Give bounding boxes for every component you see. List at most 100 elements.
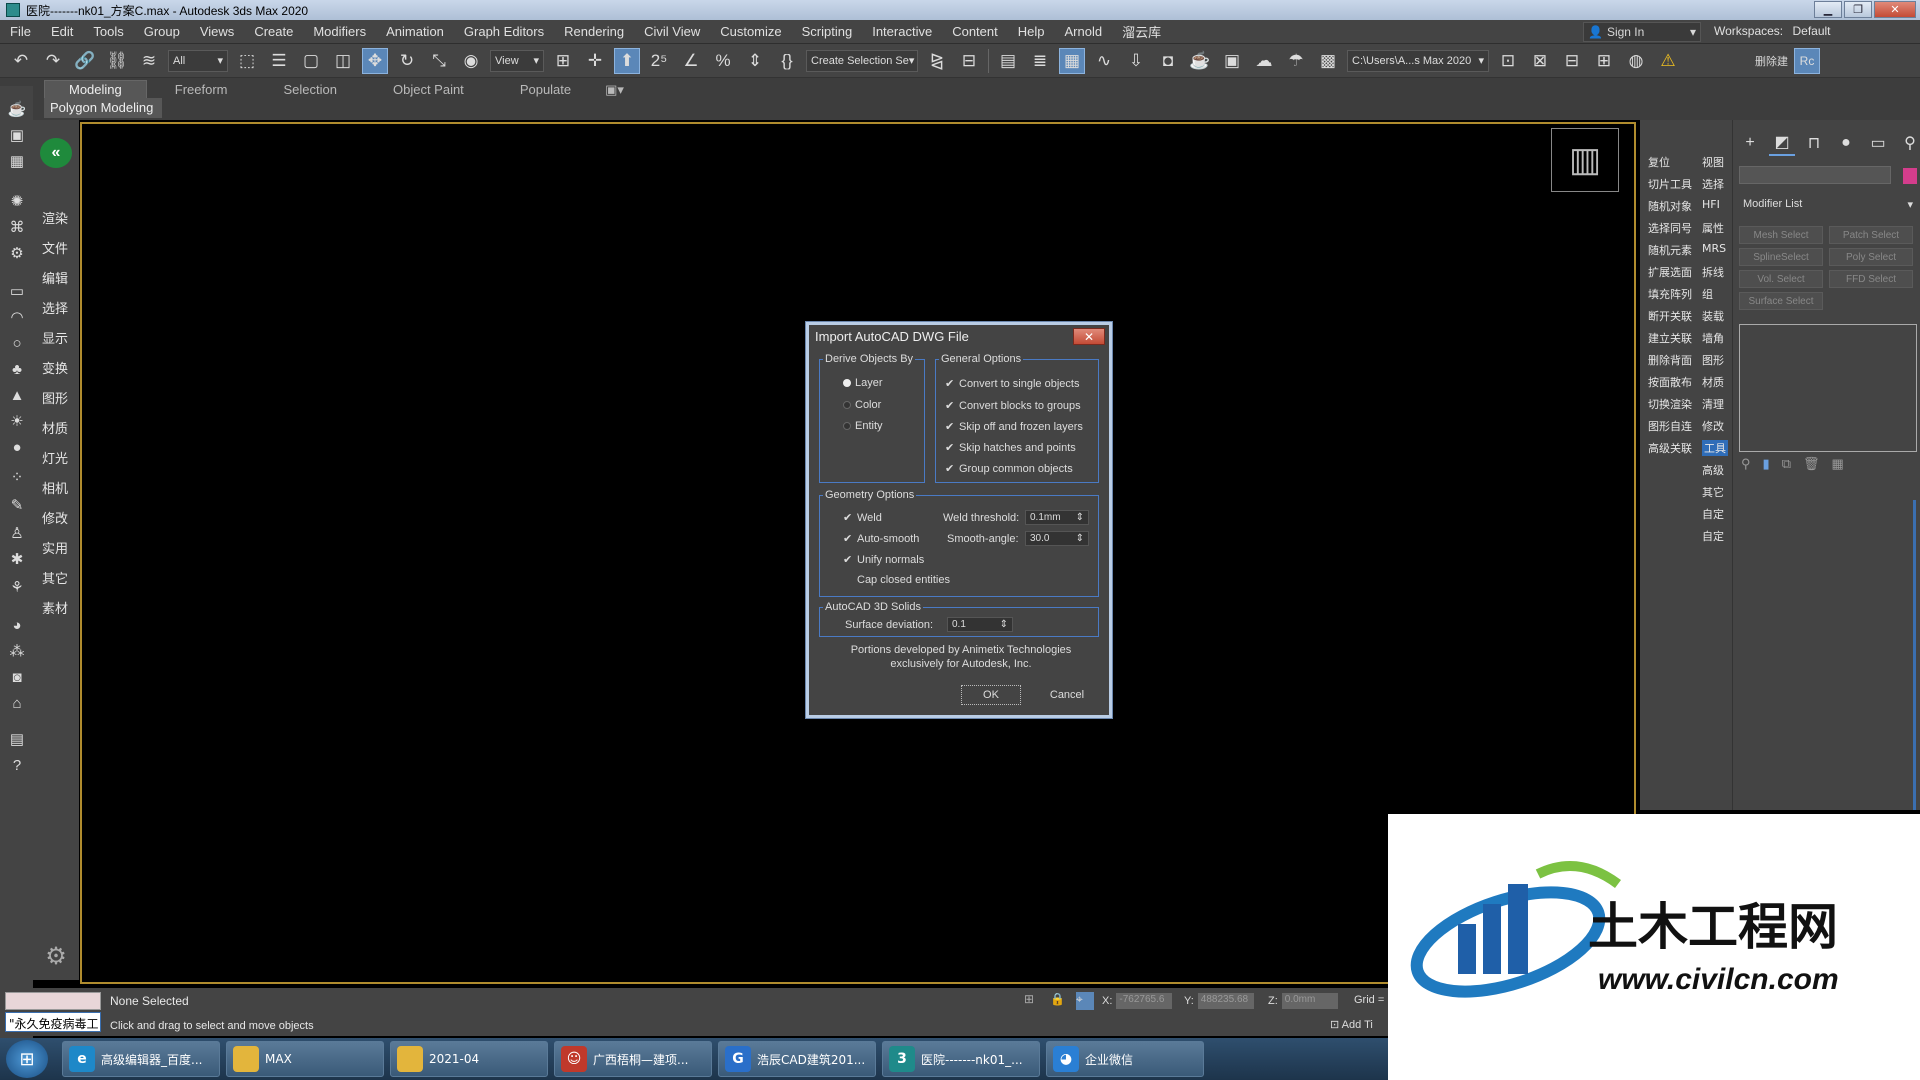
menu-help[interactable]: Help (1008, 24, 1055, 39)
chk-unify-normals[interactable]: ✔ Unify normals (843, 553, 924, 567)
chk-cap-closed[interactable]: Cap closed entities (843, 574, 950, 586)
right-cat-item[interactable]: 装载 (1702, 308, 1724, 324)
menu-customize[interactable]: Customize (710, 24, 791, 39)
viewport-icon[interactable]: ▣ (6, 124, 28, 146)
menu-interactive[interactable]: Interactive (862, 24, 942, 39)
menu-content[interactable]: Content (942, 24, 1008, 39)
taskbar-item[interactable]: MAX (226, 1041, 384, 1077)
render-production-icon[interactable]: ☁ (1251, 48, 1277, 74)
right-cat-item[interactable]: HFI (1702, 198, 1720, 211)
settings-gear-icon[interactable]: ⚙ (41, 942, 71, 972)
link-icon[interactable]: 🔗 (72, 48, 98, 74)
menu-scripting[interactable]: Scripting (792, 24, 863, 39)
ribbon-options-icon[interactable]: ▣▾ (599, 80, 630, 100)
place-icon[interactable]: ◉ (458, 48, 484, 74)
patch-select-button[interactable]: Patch Select (1829, 226, 1913, 244)
project-toolbar-icon-4[interactable]: ⊞ (1591, 48, 1617, 74)
add-time-tag[interactable]: ⊡ Add Ti (1330, 1018, 1373, 1031)
display-tab-icon[interactable]: ▭ (1865, 130, 1891, 156)
redo-icon[interactable]: ↷ (40, 48, 66, 74)
tab-selection[interactable]: Selection (256, 80, 365, 100)
surface-select-button[interactable]: Surface Select (1739, 292, 1823, 310)
unlink-icon[interactable]: ⛓ (104, 48, 130, 74)
warning-icon[interactable]: ⚠ (1655, 48, 1681, 74)
y-value[interactable]: 488235.68 (1197, 993, 1254, 1009)
rendered-frame-icon[interactable]: ▣ (1219, 48, 1245, 74)
taskbar-item[interactable]: 3 医院-------nk01_... (882, 1041, 1040, 1077)
object-name-field[interactable] (1739, 166, 1891, 184)
plugin-logo-icon[interactable]: « (40, 138, 72, 168)
rotate-icon[interactable]: ↻ (394, 48, 420, 74)
sun-icon[interactable]: ☀ (6, 410, 28, 432)
smooth-angle-spinner[interactable]: 30.0 ⇕ (1025, 531, 1089, 546)
isolate-icon[interactable]: ⊞ (1024, 992, 1042, 1010)
taskbar-item[interactable]: 2021-04 (390, 1041, 548, 1077)
ball-icon[interactable]: ● (6, 436, 28, 458)
image-icon[interactable]: ▦ (6, 150, 28, 172)
cone-icon[interactable]: ▲ (6, 384, 28, 406)
hierarchy-tab-icon[interactable]: ⊓ (1801, 130, 1827, 156)
scrollbar[interactable] (1913, 500, 1916, 810)
sphere-icon[interactable]: ○ (6, 332, 28, 354)
right-tool-item[interactable]: 随机对象 (1648, 198, 1692, 214)
right-tool-item[interactable]: 高级关联 (1648, 440, 1692, 456)
left-item-modify[interactable]: 修改 (42, 508, 68, 527)
configure-sets-icon[interactable]: ▦ (1832, 456, 1844, 472)
right-cat-item[interactable]: 高级 (1702, 462, 1724, 478)
taskbar-item[interactable]: G 浩辰CAD建筑201... (718, 1041, 876, 1077)
right-tool-item[interactable]: 建立关联 (1648, 330, 1692, 346)
right-tool-item[interactable]: 删除背面 (1648, 352, 1692, 368)
polygon-modeling-tab[interactable]: Polygon Modeling (44, 98, 162, 118)
spinner-snap-icon[interactable]: ⇕ (742, 48, 768, 74)
dialog-close-button[interactable]: ✕ (1073, 328, 1105, 345)
right-tool-item[interactable]: 按面散布 (1648, 374, 1692, 390)
start-button[interactable]: ⊞ (6, 1040, 48, 1078)
menu-animation[interactable]: Animation (376, 24, 454, 39)
light-icon[interactable]: ✺ (6, 190, 28, 212)
left-item-camera[interactable]: 相机 (42, 478, 68, 497)
cancel-button[interactable]: Cancel (1037, 685, 1097, 705)
chk-blocks-to-groups[interactable]: ✔ Convert blocks to groups (945, 399, 1081, 413)
project-folder-icon[interactable]: ⊡ (1495, 48, 1521, 74)
undo-icon[interactable]: ↶ (8, 48, 34, 74)
tab-freeform[interactable]: Freeform (147, 80, 256, 100)
keyboard-shortcut-override-icon[interactable]: ⬆ (614, 47, 640, 74)
right-cat-item[interactable]: 拆线 (1702, 264, 1724, 280)
menu-modifiers[interactable]: Modifiers (303, 24, 376, 39)
teapot-icon[interactable]: ☕ (6, 98, 28, 120)
project-path-dropdown[interactable]: C:\Users\A...s Max 2020 ▾ (1347, 49, 1489, 72)
brush-icon[interactable]: ✎ (6, 494, 28, 516)
tab-modeling[interactable]: Modeling (44, 80, 147, 100)
chk-single-objects[interactable]: ✔ Convert to single objects (945, 377, 1079, 391)
delete-build-label[interactable]: 删除建 (1755, 53, 1788, 69)
z-value[interactable]: 0.0mm (1281, 993, 1338, 1009)
right-tool-item[interactable]: 随机元素 (1648, 242, 1692, 258)
render-iterative-icon[interactable]: ☂ (1283, 48, 1309, 74)
left-item-select[interactable]: 选择 (42, 298, 68, 317)
select-object-icon[interactable]: ⬚ (234, 48, 260, 74)
create-tab-icon[interactable]: + (1737, 130, 1763, 156)
named-selection-dropdown[interactable]: Create Selection Se ▾ (806, 49, 918, 72)
poly-select-button[interactable]: Poly Select (1829, 248, 1913, 266)
render-setup-icon[interactable]: ☕ (1187, 48, 1213, 74)
modify-tab-icon[interactable]: ◩ (1769, 130, 1795, 156)
reference-coord-dropdown[interactable]: View ▾ (490, 49, 544, 72)
left-item-other[interactable]: 其它 (42, 568, 68, 587)
right-cat-item[interactable]: 属性 (1702, 220, 1724, 236)
right-tool-item[interactable]: 填充阵列 (1648, 286, 1692, 302)
tab-object-paint[interactable]: Object Paint (365, 80, 492, 100)
right-tool-item[interactable]: 扩展选面 (1648, 264, 1692, 280)
left-item-assets[interactable]: 素材 (42, 598, 68, 617)
object-color-swatch[interactable] (1903, 168, 1917, 184)
left-item-display[interactable]: 显示 (42, 328, 68, 347)
menu-create[interactable]: Create (244, 24, 303, 39)
right-cat-item[interactable]: MRS (1702, 242, 1726, 255)
plugin-icon[interactable]: ◍ (1623, 48, 1649, 74)
vol-select-button[interactable]: Vol. Select (1739, 270, 1823, 288)
tab-populate[interactable]: Populate (492, 80, 599, 100)
rect-selection-icon[interactable]: ▢ (298, 48, 324, 74)
surface-deviation-spinner[interactable]: 0.1 ⇕ (947, 617, 1013, 632)
project-toolbar-icon-3[interactable]: ⊟ (1559, 48, 1585, 74)
grass-icon[interactable]: ⚘ (6, 576, 28, 598)
edit-named-selection-icon[interactable]: {} (774, 48, 800, 74)
